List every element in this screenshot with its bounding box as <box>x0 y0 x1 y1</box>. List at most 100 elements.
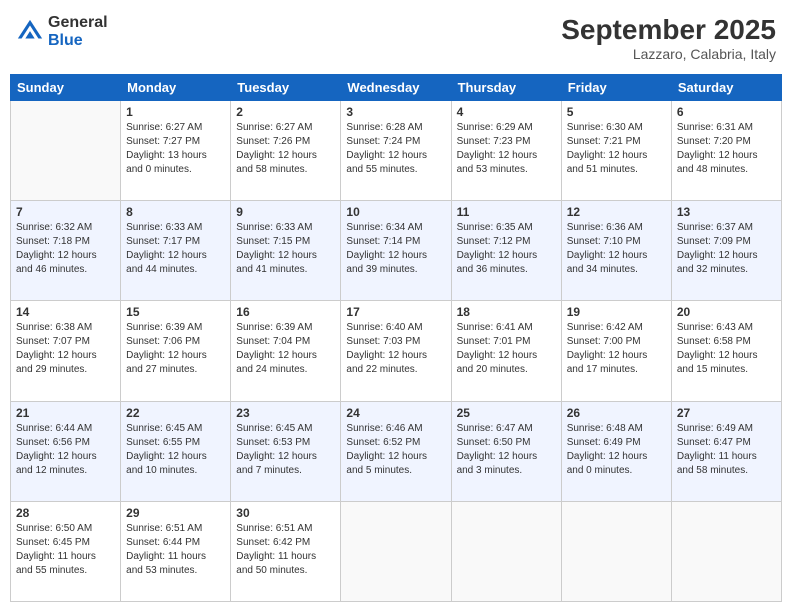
day-info: Sunrise: 6:46 AMSunset: 6:52 PMDaylight:… <box>346 422 445 478</box>
day-info: Sunrise: 6:31 AMSunset: 7:20 PMDaylight:… <box>677 121 776 177</box>
calendar-cell: 27Sunrise: 6:49 AMSunset: 6:47 PMDayligh… <box>671 401 781 501</box>
logo-blue: Blue <box>48 32 108 50</box>
calendar-cell: 10 Sunrise: 6:34 AMSunset: 7:14 PMDayligh… <box>341 201 451 301</box>
calendar-cell: 25 Sunrise: 6:47 AMSunset: 6:50 PMDayligh… <box>451 401 561 501</box>
day-of-week-header: Friday <box>561 75 671 101</box>
day-info: Sunrise: 6:43 AMSunset: 6:58 PMDaylight:… <box>677 321 776 377</box>
calendar-week-row: 28 Sunrise: 6:50 AMSunset: 6:45 PMDayligh… <box>11 501 782 601</box>
day-number: 7 <box>16 205 115 219</box>
day-number: 30 <box>236 506 335 520</box>
month-title: September 2025 <box>561 14 776 46</box>
page: General Blue September 2025 Lazzaro, Cal… <box>0 0 792 612</box>
day-info: Sunrise: 6:35 AMSunset: 7:12 PMDaylight:… <box>457 221 556 277</box>
calendar-cell: 26Sunrise: 6:48 AMSunset: 6:49 PMDayligh… <box>561 401 671 501</box>
day-info: Sunrise: 6:30 AMSunset: 7:21 PMDaylight:… <box>567 121 666 177</box>
calendar-cell: 22Sunrise: 6:45 AMSunset: 6:55 PMDayligh… <box>121 401 231 501</box>
day-info: Sunrise: 6:38 AMSunset: 7:07 PMDaylight:… <box>16 321 115 377</box>
day-info: Sunrise: 6:50 AMSunset: 6:45 PMDaylight:… <box>16 522 115 578</box>
day-number: 17 <box>346 305 445 319</box>
day-number: 19 <box>567 305 666 319</box>
day-info: Sunrise: 6:39 AMSunset: 7:06 PMDaylight:… <box>126 321 225 377</box>
day-info: Sunrise: 6:27 AMSunset: 7:27 PMDaylight:… <box>126 121 225 177</box>
day-number: 21 <box>16 406 115 420</box>
day-number: 11 <box>457 205 556 219</box>
calendar-cell: 7Sunrise: 6:32 AMSunset: 7:18 PMDaylight… <box>11 201 121 301</box>
day-number: 20 <box>677 305 776 319</box>
day-info: Sunrise: 6:29 AMSunset: 7:23 PMDaylight:… <box>457 121 556 177</box>
day-of-week-header: Monday <box>121 75 231 101</box>
day-info: Sunrise: 6:51 AMSunset: 6:42 PMDaylight:… <box>236 522 335 578</box>
calendar-week-row: 7Sunrise: 6:32 AMSunset: 7:18 PMDaylight… <box>11 201 782 301</box>
calendar-cell: 18 Sunrise: 6:41 AMSunset: 7:01 PMDayligh… <box>451 301 561 401</box>
day-number: 4 <box>457 105 556 119</box>
day-info: Sunrise: 6:47 AMSunset: 6:50 PMDaylight:… <box>457 422 556 478</box>
day-info: Sunrise: 6:40 AMSunset: 7:03 PMDaylight:… <box>346 321 445 377</box>
calendar-cell: 23 Sunrise: 6:45 AMSunset: 6:53 PMDayligh… <box>231 401 341 501</box>
day-number: 23 <box>236 406 335 420</box>
day-number: 18 <box>457 305 556 319</box>
day-number: 3 <box>346 105 445 119</box>
day-info: Sunrise: 6:33 AMSunset: 7:17 PMDaylight:… <box>126 221 225 277</box>
day-number: 5 <box>567 105 666 119</box>
calendar-cell: 15 Sunrise: 6:39 AMSunset: 7:06 PMDayligh… <box>121 301 231 401</box>
day-number: 6 <box>677 105 776 119</box>
day-number: 28 <box>16 506 115 520</box>
day-info: Sunrise: 6:28 AMSunset: 7:24 PMDaylight:… <box>346 121 445 177</box>
day-of-week-header: Thursday <box>451 75 561 101</box>
calendar-cell: 9 Sunrise: 6:33 AMSunset: 7:15 PMDaylight… <box>231 201 341 301</box>
location: Lazzaro, Calabria, Italy <box>561 46 776 62</box>
day-info: Sunrise: 6:51 AMSunset: 6:44 PMDaylight:… <box>126 522 225 578</box>
calendar-cell: 20 Sunrise: 6:43 AMSunset: 6:58 PMDayligh… <box>671 301 781 401</box>
logo-text: General Blue <box>48 14 108 49</box>
calendar-week-row: 21 Sunrise: 6:44 AMSunset: 6:56 PMDayligh… <box>11 401 782 501</box>
day-of-week-header: Sunday <box>11 75 121 101</box>
calendar-header-row: SundayMondayTuesdayWednesdayThursdayFrid… <box>11 75 782 101</box>
day-of-week-header: Wednesday <box>341 75 451 101</box>
day-info: Sunrise: 6:37 AMSunset: 7:09 PMDaylight:… <box>677 221 776 277</box>
title-block: September 2025 Lazzaro, Calabria, Italy <box>561 14 776 62</box>
calendar-cell <box>451 501 561 601</box>
day-number: 27 <box>677 406 776 420</box>
day-info: Sunrise: 6:41 AMSunset: 7:01 PMDaylight:… <box>457 321 556 377</box>
calendar-table: SundayMondayTuesdayWednesdayThursdayFrid… <box>10 74 782 602</box>
day-number: 10 <box>346 205 445 219</box>
day-info: Sunrise: 6:44 AMSunset: 6:56 PMDaylight:… <box>16 422 115 478</box>
calendar-cell: 29 Sunrise: 6:51 AMSunset: 6:44 PMDayligh… <box>121 501 231 601</box>
day-number: 8 <box>126 205 225 219</box>
calendar-cell: 21 Sunrise: 6:44 AMSunset: 6:56 PMDayligh… <box>11 401 121 501</box>
calendar-cell <box>341 501 451 601</box>
day-number: 29 <box>126 506 225 520</box>
calendar-cell: 1 Sunrise: 6:27 AMSunset: 7:27 PMDaylight… <box>121 101 231 201</box>
day-number: 1 <box>126 105 225 119</box>
calendar-cell: 28 Sunrise: 6:50 AMSunset: 6:45 PMDayligh… <box>11 501 121 601</box>
day-info: Sunrise: 6:48 AMSunset: 6:49 PMDaylight:… <box>567 422 666 478</box>
day-info: Sunrise: 6:34 AMSunset: 7:14 PMDaylight:… <box>346 221 445 277</box>
day-info: Sunrise: 6:39 AMSunset: 7:04 PMDaylight:… <box>236 321 335 377</box>
logo: General Blue <box>16 14 108 49</box>
calendar-cell: 30 Sunrise: 6:51 AMSunset: 6:42 PMDayligh… <box>231 501 341 601</box>
day-number: 25 <box>457 406 556 420</box>
day-number: 13 <box>677 205 776 219</box>
day-number: 24 <box>346 406 445 420</box>
day-info: Sunrise: 6:42 AMSunset: 7:00 PMDaylight:… <box>567 321 666 377</box>
logo-general: General <box>48 14 108 32</box>
calendar-cell: 4 Sunrise: 6:29 AMSunset: 7:23 PMDaylight… <box>451 101 561 201</box>
day-number: 22 <box>126 406 225 420</box>
day-number: 12 <box>567 205 666 219</box>
calendar-cell: 11 Sunrise: 6:35 AMSunset: 7:12 PMDayligh… <box>451 201 561 301</box>
calendar-week-row: 14 Sunrise: 6:38 AMSunset: 7:07 PMDayligh… <box>11 301 782 401</box>
day-number: 15 <box>126 305 225 319</box>
calendar-cell <box>561 501 671 601</box>
day-info: Sunrise: 6:27 AMSunset: 7:26 PMDaylight:… <box>236 121 335 177</box>
day-number: 14 <box>16 305 115 319</box>
calendar-cell: 24 Sunrise: 6:46 AMSunset: 6:52 PMDayligh… <box>341 401 451 501</box>
calendar-cell: 8 Sunrise: 6:33 AMSunset: 7:17 PMDaylight… <box>121 201 231 301</box>
calendar-cell: 16Sunrise: 6:39 AMSunset: 7:04 PMDayligh… <box>231 301 341 401</box>
calendar-cell <box>671 501 781 601</box>
day-number: 9 <box>236 205 335 219</box>
day-of-week-header: Tuesday <box>231 75 341 101</box>
day-info: Sunrise: 6:33 AMSunset: 7:15 PMDaylight:… <box>236 221 335 277</box>
day-of-week-header: Saturday <box>671 75 781 101</box>
calendar-week-row: 1 Sunrise: 6:27 AMSunset: 7:27 PMDaylight… <box>11 101 782 201</box>
day-info: Sunrise: 6:45 AMSunset: 6:53 PMDaylight:… <box>236 422 335 478</box>
